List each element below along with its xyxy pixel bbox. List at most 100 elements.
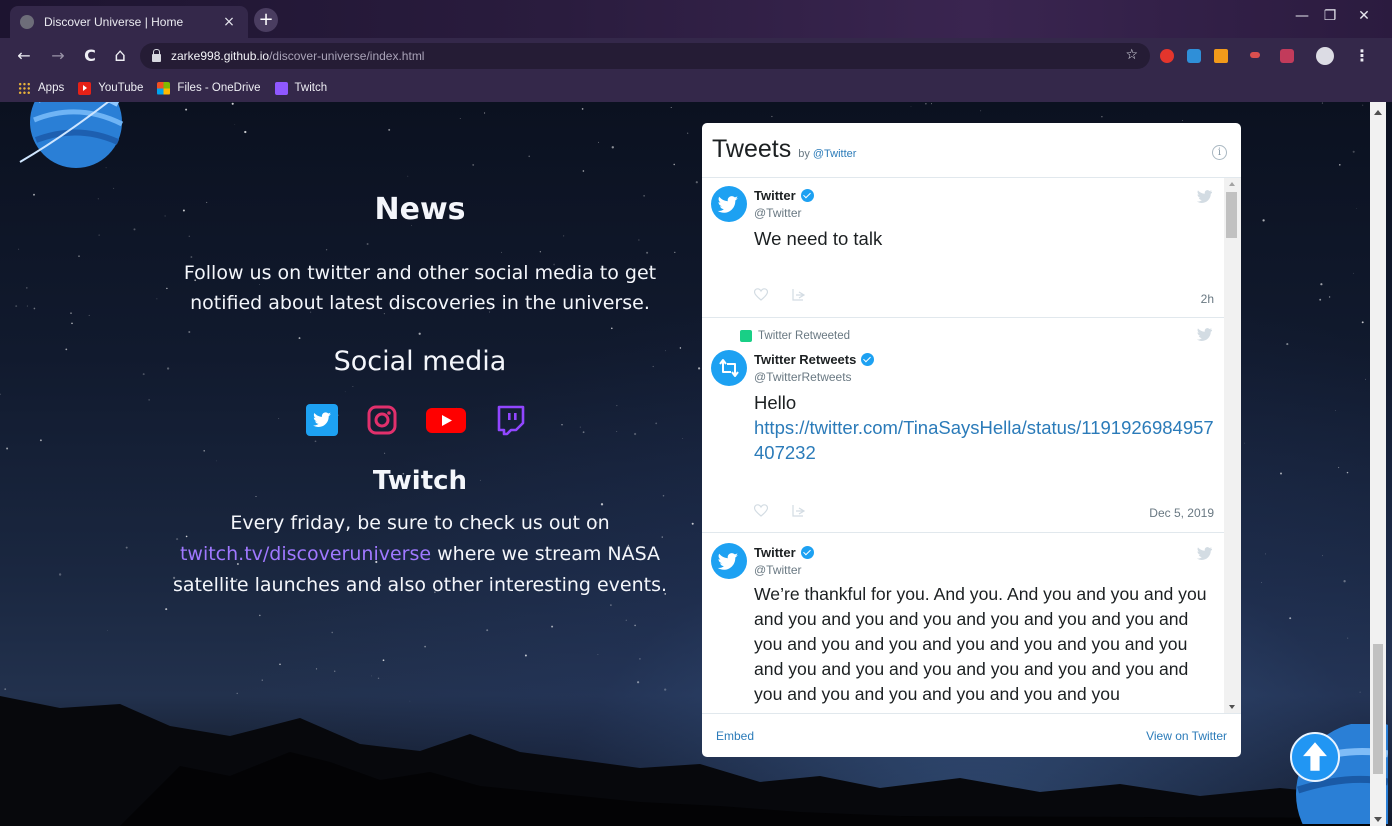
star bbox=[388, 128, 391, 131]
star bbox=[6, 447, 9, 450]
heart-icon[interactable] bbox=[754, 288, 768, 301]
twitter-bird-icon[interactable] bbox=[1196, 190, 1212, 203]
scrollbar-thumb[interactable] bbox=[1373, 644, 1383, 774]
twitch-heading: Twitch bbox=[372, 466, 468, 496]
scroll-to-top-button[interactable] bbox=[1290, 732, 1340, 782]
bookmark-apps[interactable]: Apps bbox=[18, 81, 64, 95]
extension-small-icon[interactable] bbox=[1250, 52, 1260, 58]
twitter-bird-avatar-icon bbox=[717, 196, 738, 213]
bookmark-youtube[interactable]: YouTube bbox=[78, 81, 143, 95]
extension-screen-icon[interactable] bbox=[1187, 49, 1201, 63]
globe-icon bbox=[20, 15, 34, 29]
home-button[interactable]: ⌂ bbox=[110, 46, 130, 66]
star bbox=[156, 298, 158, 300]
author-handle[interactable]: @Twitter bbox=[754, 206, 802, 220]
tweet-author[interactable]: Twitter bbox=[754, 188, 814, 203]
star bbox=[366, 243, 369, 245]
extension-adblock-icon[interactable] bbox=[1160, 49, 1174, 63]
star bbox=[459, 118, 461, 119]
star bbox=[1356, 208, 1358, 210]
twitter-bird-icon[interactable] bbox=[1196, 328, 1212, 341]
scroll-down-icon[interactable] bbox=[1374, 817, 1382, 822]
star bbox=[611, 146, 614, 149]
minimize-icon[interactable]: — bbox=[1290, 8, 1314, 24]
bookmark-onedrive[interactable]: Files - OneDrive bbox=[157, 81, 261, 95]
profile-avatar-icon[interactable] bbox=[1316, 47, 1334, 65]
star bbox=[142, 373, 145, 376]
star bbox=[18, 248, 20, 250]
twitter-bird-icon[interactable] bbox=[1196, 547, 1212, 560]
view-on-twitter-link[interactable]: View on Twitter bbox=[1146, 729, 1227, 743]
tweet-card[interactable]: Twitter @Twitter We’re thankful for you.… bbox=[702, 533, 1224, 713]
author-handle[interactable]: @Twitter bbox=[754, 563, 802, 577]
tweet-card[interactable]: Twitter Retweeted Twitter Retweets @Twit… bbox=[702, 318, 1224, 533]
bookmark-twitch[interactable]: Twitch bbox=[274, 81, 327, 95]
star bbox=[148, 399, 150, 401]
star bbox=[407, 175, 409, 177]
scroll-up-icon[interactable] bbox=[1374, 110, 1382, 115]
star bbox=[1182, 120, 1184, 122]
author-handle[interactable]: @TwitterRetweets bbox=[754, 370, 852, 384]
star bbox=[582, 170, 585, 172]
star bbox=[528, 155, 530, 158]
address-bar[interactable]: zarke998.github.io/discover-universe/ind… bbox=[140, 43, 1150, 69]
tab-discover-universe[interactable]: Discover Universe | Home × bbox=[10, 6, 248, 38]
embed-link[interactable]: Embed bbox=[716, 729, 754, 743]
twitch-channel-link[interactable]: twitch.tv/discoveruniverse bbox=[180, 543, 431, 565]
close-window-icon[interactable]: ✕ bbox=[1352, 8, 1376, 24]
extension-rss-icon[interactable] bbox=[1214, 49, 1228, 63]
star bbox=[1353, 272, 1354, 274]
tweet-author[interactable]: Twitter Retweets bbox=[754, 352, 875, 367]
widget-title: Tweets bbox=[712, 135, 792, 163]
avatar[interactable] bbox=[711, 186, 747, 222]
youtube-icon[interactable] bbox=[426, 404, 466, 436]
bookmark-label: Files - OneDrive bbox=[177, 82, 261, 94]
scrollbar-thumb[interactable] bbox=[1226, 192, 1237, 238]
star bbox=[25, 287, 28, 289]
reload-button[interactable]: C bbox=[80, 46, 100, 66]
bookmark-star-icon[interactable]: ☆ bbox=[1125, 47, 1138, 63]
tweet-author[interactable]: Twitter bbox=[754, 545, 814, 560]
star bbox=[331, 631, 333, 634]
star bbox=[980, 110, 982, 112]
star bbox=[616, 405, 618, 407]
twitter-icon[interactable] bbox=[306, 404, 338, 436]
page-scrollbar[interactable] bbox=[1370, 102, 1386, 826]
verified-badge-icon bbox=[861, 353, 875, 366]
star bbox=[107, 630, 108, 631]
twitch-icon[interactable] bbox=[494, 404, 526, 436]
star bbox=[910, 106, 912, 107]
share-icon[interactable] bbox=[792, 288, 806, 301]
star bbox=[484, 112, 486, 114]
scroll-down-icon[interactable] bbox=[1229, 705, 1235, 709]
star bbox=[687, 132, 689, 134]
star bbox=[670, 107, 672, 109]
menu-kebab-icon[interactable]: ⋮ bbox=[1352, 46, 1372, 66]
share-icon[interactable] bbox=[792, 504, 806, 517]
url-host: zarke998.github.io bbox=[171, 49, 270, 63]
tweet-feed: Twitter @Twitter We need to talk 2h Twit… bbox=[702, 178, 1241, 713]
heart-icon[interactable] bbox=[754, 504, 768, 517]
tab-close-icon[interactable]: × bbox=[220, 14, 238, 30]
scroll-up-icon[interactable] bbox=[1229, 182, 1235, 186]
byline-account-link[interactable]: @Twitter bbox=[813, 148, 857, 160]
tweet-link[interactable]: https://twitter.com/TinaSaysHella/status… bbox=[754, 417, 1214, 463]
star bbox=[325, 249, 328, 251]
tweet-date[interactable]: 2h bbox=[1201, 292, 1214, 306]
widget-footer: Embed View on Twitter bbox=[702, 713, 1241, 757]
avatar[interactable] bbox=[711, 350, 747, 386]
restore-icon[interactable]: ❐ bbox=[1318, 8, 1342, 24]
bookmarks-bar: Apps YouTube Files - OneDrive Twitch bbox=[0, 74, 1392, 102]
instagram-icon[interactable] bbox=[366, 404, 398, 436]
back-button[interactable]: ← bbox=[14, 46, 34, 66]
tweet-card[interactable]: Twitter @Twitter We need to talk 2h bbox=[702, 178, 1224, 318]
star bbox=[39, 439, 42, 442]
avatar[interactable] bbox=[711, 543, 747, 579]
new-tab-button[interactable]: + bbox=[254, 8, 278, 32]
info-icon[interactable]: i bbox=[1212, 145, 1227, 160]
extension-book-icon[interactable] bbox=[1280, 49, 1294, 63]
tweet-date[interactable]: Dec 5, 2019 bbox=[1149, 506, 1214, 520]
star bbox=[71, 322, 73, 325]
forward-button[interactable]: → bbox=[48, 46, 68, 66]
feed-scrollbar[interactable] bbox=[1224, 178, 1241, 713]
